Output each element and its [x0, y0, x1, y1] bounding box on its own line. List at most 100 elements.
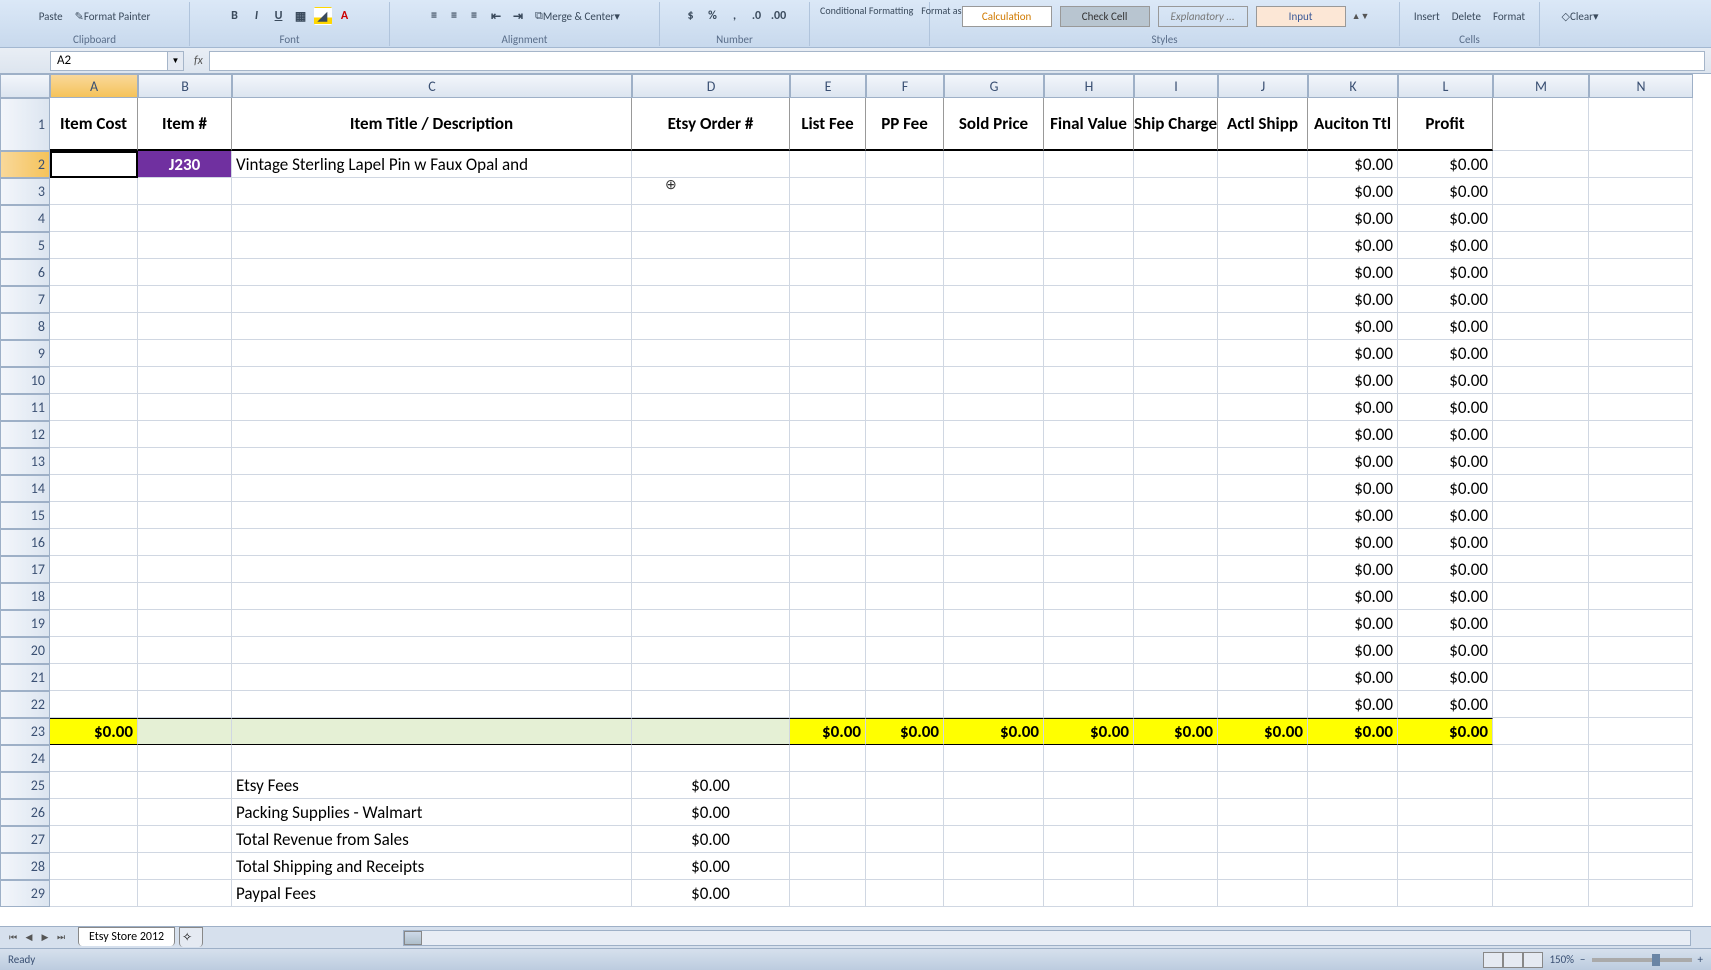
row-header[interactable]: 18 — [0, 583, 50, 610]
cell[interactable] — [1044, 502, 1134, 529]
cell[interactable] — [790, 448, 866, 475]
cell[interactable] — [866, 745, 944, 772]
cell[interactable]: $0.00 — [1308, 313, 1398, 340]
cell[interactable] — [1218, 556, 1308, 583]
row-header[interactable]: 22 — [0, 691, 50, 718]
cell[interactable] — [1398, 772, 1493, 799]
cell[interactable] — [1044, 880, 1134, 907]
tab-next-icon[interactable]: ▶ — [38, 931, 52, 945]
cell[interactable]: $0.00 — [1398, 529, 1493, 556]
cell[interactable] — [1589, 232, 1693, 259]
worksheet[interactable]: A B C D E F G H I J K L M N 123456789101… — [0, 74, 1711, 962]
cell[interactable] — [790, 475, 866, 502]
align-bot-icon[interactable]: ≡ — [465, 7, 483, 25]
cell[interactable] — [232, 475, 632, 502]
cell[interactable]: $0.00 — [1308, 637, 1398, 664]
cell[interactable] — [632, 664, 790, 691]
cell[interactable] — [1218, 205, 1308, 232]
cell[interactable] — [1134, 556, 1218, 583]
cell[interactable] — [138, 880, 232, 907]
col-header-B[interactable]: B — [138, 74, 232, 98]
cell[interactable] — [50, 313, 138, 340]
cell[interactable] — [1134, 799, 1218, 826]
cell[interactable] — [632, 232, 790, 259]
cell[interactable]: Etsy Fees — [232, 772, 632, 799]
cell[interactable] — [1493, 98, 1589, 151]
cell[interactable] — [866, 151, 944, 178]
cell[interactable] — [138, 340, 232, 367]
style-explanatory[interactable]: Explanatory ... — [1158, 6, 1248, 27]
cell[interactable]: $0.00 — [50, 718, 138, 745]
cell[interactable] — [138, 475, 232, 502]
cell[interactable]: $0.00 — [1044, 718, 1134, 745]
cell[interactable] — [1044, 691, 1134, 718]
cell[interactable] — [1493, 556, 1589, 583]
comma-icon[interactable]: , — [726, 7, 744, 25]
cell[interactable] — [1589, 610, 1693, 637]
cell[interactable] — [790, 772, 866, 799]
col-header-H[interactable]: H — [1044, 74, 1134, 98]
cell[interactable] — [1218, 421, 1308, 448]
cell[interactable] — [866, 340, 944, 367]
cell[interactable] — [1493, 178, 1589, 205]
cell[interactable] — [138, 529, 232, 556]
cell[interactable] — [1589, 826, 1693, 853]
row-header[interactable]: 11 — [0, 394, 50, 421]
cell[interactable] — [790, 691, 866, 718]
cell[interactable]: $0.00 — [1308, 232, 1398, 259]
row-header[interactable]: 6 — [0, 259, 50, 286]
cell[interactable] — [632, 151, 790, 178]
cell[interactable] — [790, 880, 866, 907]
cell[interactable] — [50, 367, 138, 394]
cell[interactable] — [232, 205, 632, 232]
cell[interactable] — [232, 340, 632, 367]
normal-view-button[interactable] — [1483, 952, 1503, 968]
cell[interactable]: Item # — [138, 98, 232, 151]
cell[interactable] — [50, 772, 138, 799]
cell[interactable] — [1044, 556, 1134, 583]
cell[interactable] — [138, 286, 232, 313]
cell[interactable] — [790, 799, 866, 826]
cell[interactable] — [1493, 718, 1589, 745]
cell[interactable] — [50, 745, 138, 772]
cell[interactable] — [1044, 286, 1134, 313]
col-header-K[interactable]: K — [1308, 74, 1398, 98]
cell[interactable] — [50, 664, 138, 691]
horizontal-scrollbar[interactable] — [403, 930, 1691, 946]
cell[interactable] — [866, 880, 944, 907]
col-header-C[interactable]: C — [232, 74, 632, 98]
cell[interactable] — [632, 556, 790, 583]
cell[interactable] — [1308, 826, 1398, 853]
cell[interactable] — [790, 394, 866, 421]
cell[interactable] — [1044, 475, 1134, 502]
cell[interactable] — [1218, 583, 1308, 610]
cell[interactable] — [232, 178, 632, 205]
cell[interactable] — [1589, 259, 1693, 286]
cell[interactable]: $0.00 — [1398, 448, 1493, 475]
cell[interactable] — [1134, 610, 1218, 637]
cell[interactable] — [790, 556, 866, 583]
cell[interactable] — [790, 232, 866, 259]
cell[interactable] — [1589, 718, 1693, 745]
cell[interactable] — [790, 583, 866, 610]
select-all-corner[interactable] — [0, 74, 50, 98]
cell[interactable]: $0.00 — [1398, 475, 1493, 502]
cell[interactable] — [50, 637, 138, 664]
cell[interactable] — [632, 718, 790, 745]
cell[interactable] — [1044, 367, 1134, 394]
cell[interactable]: Actl Shipp — [1218, 98, 1308, 151]
zoom-out-button[interactable]: − — [1580, 953, 1585, 966]
cell[interactable] — [790, 340, 866, 367]
cell[interactable] — [944, 475, 1044, 502]
cell[interactable]: Profit — [1398, 98, 1493, 151]
cell[interactable]: $0.00 — [632, 772, 790, 799]
cell[interactable] — [1589, 340, 1693, 367]
col-header-G[interactable]: G — [944, 74, 1044, 98]
zoom-in-button[interactable]: + — [1698, 953, 1703, 966]
cell[interactable] — [1134, 313, 1218, 340]
name-box-dropdown[interactable]: ▼ — [168, 51, 184, 71]
cell[interactable] — [1044, 178, 1134, 205]
cell[interactable] — [1589, 98, 1693, 151]
page-layout-button[interactable] — [1503, 952, 1523, 968]
cell[interactable]: $0.00 — [1398, 556, 1493, 583]
